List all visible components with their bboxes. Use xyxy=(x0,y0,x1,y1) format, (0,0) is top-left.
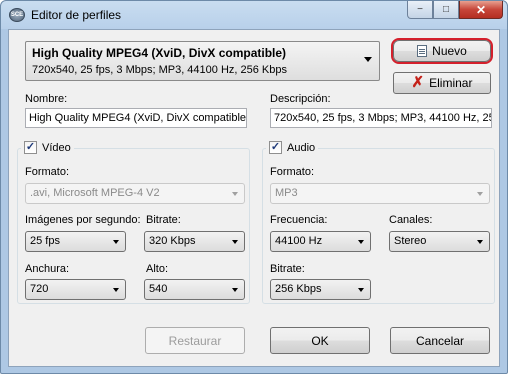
fps-value: 25 fps xyxy=(30,235,60,247)
video-format-select: .avi, Microsoft MPEG-4 V2 xyxy=(25,183,245,204)
close-button[interactable]: ✕ xyxy=(459,1,503,19)
chevron-down-icon xyxy=(364,57,372,62)
profile-select[interactable]: High Quality MPEG4 (XviD, DivX compatibl… xyxy=(25,41,380,81)
description-field[interactable]: 720x540, 25 fps, 3 Mbps; MP3, 44100 Hz, … xyxy=(270,108,492,128)
channels-label: Canales: xyxy=(389,214,433,226)
height-select[interactable]: 540 xyxy=(144,279,245,300)
restore-button[interactable]: Restaurar xyxy=(145,327,245,354)
name-field[interactable]: High Quality MPEG4 (XviD, DivX compatibl… xyxy=(25,108,247,128)
new-document-icon xyxy=(417,45,428,57)
video-checkbox[interactable]: ✓ xyxy=(24,141,37,154)
channels-select[interactable]: Stereo xyxy=(389,231,490,252)
audio-format-select: MP3 xyxy=(270,183,490,204)
frequency-label: Frecuencia: xyxy=(270,214,328,226)
minimize-button[interactable]: − xyxy=(407,1,433,19)
width-select[interactable]: 720 xyxy=(25,279,126,300)
new-button[interactable]: Nuevo xyxy=(391,38,493,64)
profile-name: High Quality MPEG4 (XviD, DivX compatibl… xyxy=(32,46,287,60)
height-value: 540 xyxy=(149,283,168,295)
channels-value: Stereo xyxy=(394,235,427,247)
height-label: Alto: xyxy=(146,263,169,275)
title-bar[interactable]: SCE Editor de perfiles − □ ✕ xyxy=(1,1,509,29)
delete-x-icon: ✗ xyxy=(411,74,425,91)
app-icon: SCE xyxy=(9,8,25,22)
window-controls: − □ ✕ xyxy=(407,1,503,20)
maximize-button[interactable]: □ xyxy=(433,1,459,19)
video-format-label: Formato: xyxy=(25,166,70,178)
video-group-header: ✓ Vídeo xyxy=(21,141,74,154)
audio-label: Audio xyxy=(287,141,316,154)
video-bitrate-select[interactable]: 320 Kbps xyxy=(144,231,245,252)
cancel-button[interactable]: Cancelar xyxy=(390,327,490,354)
audio-bitrate-value: 256 Kbps xyxy=(275,283,322,295)
audio-format-value: MP3 xyxy=(275,187,298,199)
width-value: 720 xyxy=(30,283,49,295)
frequency-value: 44100 Hz xyxy=(275,235,323,247)
audio-bitrate-label: Bitrate: xyxy=(270,263,305,275)
profile-editor-window: SCE Editor de perfiles − □ ✕ High Qualit… xyxy=(0,0,508,374)
audio-group-header: ✓ Audio xyxy=(266,141,319,154)
video-label: Vídeo xyxy=(42,141,71,154)
new-button-label: Nuevo xyxy=(432,44,467,58)
fps-label: Imágenes por segundo: xyxy=(25,214,141,226)
audio-checkbox[interactable]: ✓ xyxy=(269,141,282,154)
ok-button[interactable]: OK xyxy=(270,327,370,354)
audio-bitrate-select[interactable]: 256 Kbps xyxy=(270,279,371,300)
frequency-select[interactable]: 44100 Hz xyxy=(270,231,371,252)
video-bitrate-value: 320 Kbps xyxy=(149,235,196,247)
window-title: Editor de perfiles xyxy=(31,8,122,22)
name-label: Nombre: xyxy=(25,93,68,105)
delete-button-label: Eliminar xyxy=(429,76,473,90)
width-label: Anchura: xyxy=(25,263,70,275)
delete-button[interactable]: ✗ Eliminar xyxy=(393,72,491,94)
fps-select[interactable]: 25 fps xyxy=(25,231,126,252)
dialog-body: High Quality MPEG4 (XviD, DivX compatibl… xyxy=(8,29,500,367)
description-label: Descripción: xyxy=(270,93,331,105)
video-bitrate-label: Bitrate: xyxy=(146,214,181,226)
video-format-value: .avi, Microsoft MPEG-4 V2 xyxy=(30,187,160,199)
profile-summary: 720x540, 25 fps, 3 Mbps; MP3, 44100 Hz, … xyxy=(32,64,287,76)
audio-format-label: Formato: xyxy=(270,166,315,178)
